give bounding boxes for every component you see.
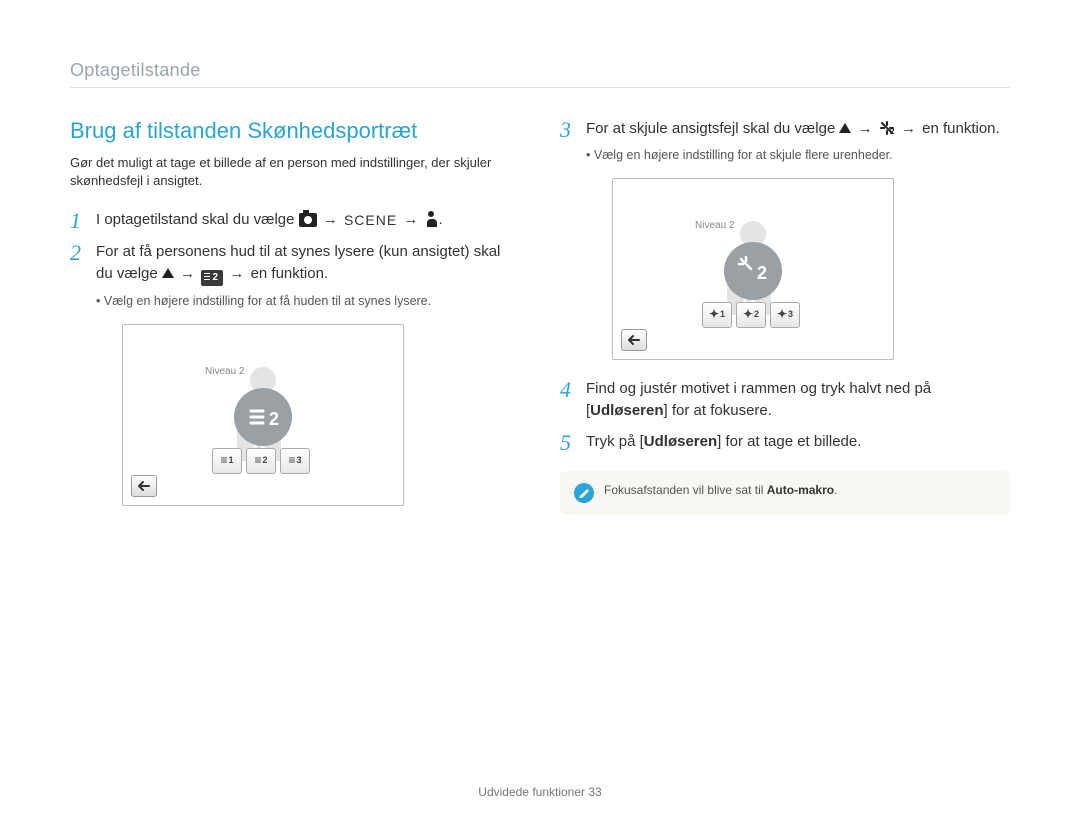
level-option-2: ≡2: [246, 448, 276, 474]
note-box: Fokusafstanden vil blive sat til Auto-ma…: [560, 471, 1010, 515]
level-options: ✦1 ✦2 ✦3: [702, 302, 800, 328]
step-sub: Vælg en højere indstilling for at skjule…: [586, 146, 1010, 164]
back-button: [621, 329, 647, 351]
arrow-icon: →: [323, 211, 338, 228]
step-4: 4 Find og justér motivet i rammen og try…: [560, 378, 1010, 422]
section-lead: Gør det muligt at tage et billede af en …: [70, 154, 520, 189]
level-options: ≡1 ≡2 ≡3: [212, 448, 310, 474]
person-star-icon: [425, 211, 439, 227]
arrow-icon: →: [403, 211, 418, 228]
step-5: 5 Tryk på [Udløseren] for at tage et bil…: [560, 431, 1010, 453]
selected-level-circle: 2: [234, 388, 292, 446]
arrow-icon: →: [858, 120, 873, 137]
scene-icon: SCENE: [344, 210, 397, 230]
step-3: 3 For at skjule ansigtsfejl skal du vælg…: [560, 118, 1010, 360]
step-text: For at skjule ansigtsfejl skal du vælge: [586, 120, 839, 137]
step-text: Tryk på [: [586, 433, 644, 450]
page-number: 33: [588, 785, 601, 799]
svg-text:2: 2: [757, 263, 767, 283]
triangle-up-icon: [162, 268, 174, 278]
step-post: ] for at tage et billede.: [717, 433, 861, 450]
step-1: 1 I optagetilstand skal du vælge → SCENE…: [70, 209, 520, 231]
camera-screen-preview: Niveau 2 2: [612, 178, 894, 360]
step-text: I optagetilstand skal du vælge: [96, 211, 299, 228]
footer-label: Udvidede funktioner: [478, 785, 585, 799]
note-icon: [574, 483, 594, 503]
svg-text:2: 2: [890, 127, 895, 136]
shutter-label: Udløseren: [590, 402, 663, 419]
level-option-2: ✦2: [736, 302, 766, 328]
shutter-label: Udløseren: [644, 433, 717, 450]
step-number: 4: [560, 374, 571, 406]
selected-level-circle: 2: [724, 242, 782, 300]
level-option-3: ≡3: [280, 448, 310, 474]
right-column: 3 For at skjule ansigtsfejl skal du vælg…: [560, 118, 1010, 524]
step-number: 2: [70, 237, 81, 269]
arrow-icon: →: [229, 265, 244, 282]
face-retouch-level-icon: 2: [879, 120, 895, 136]
svg-text:2: 2: [269, 409, 279, 429]
section-title: Brug af tilstanden Skønhedsportræt: [70, 118, 520, 144]
step-number: 3: [560, 114, 571, 146]
camera-icon: [299, 213, 317, 227]
camera-screen-preview: Niveau 2 2 ≡1 ≡2: [122, 324, 404, 506]
note-text: Fokusafstanden vil blive sat til: [604, 483, 767, 497]
arrow-icon: →: [180, 265, 195, 282]
back-button: [131, 475, 157, 497]
note-bold: Auto-makro: [767, 483, 834, 497]
breadcrumb: Optagetilstande: [70, 60, 1010, 88]
page-footer: Udvidede funktioner 33: [0, 785, 1080, 799]
step-tail: en funktion.: [251, 265, 329, 282]
triangle-up-icon: [839, 123, 851, 133]
level-option-1: ✦1: [702, 302, 732, 328]
step-tail: en funktion.: [922, 120, 1000, 137]
step-2: 2 For at få personens hud til at synes l…: [70, 241, 520, 506]
level-option-3: ✦3: [770, 302, 800, 328]
arrow-icon: →: [901, 120, 916, 137]
step-post: ] for at fokusere.: [664, 402, 772, 419]
step-sub: Vælg en højere indstilling for at få hud…: [96, 292, 520, 310]
step-number: 1: [70, 205, 81, 237]
left-column: Brug af tilstanden Skønhedsportræt Gør d…: [70, 118, 520, 524]
face-tone-level-icon: 2: [201, 270, 223, 286]
step-number: 5: [560, 427, 571, 459]
level-option-1: ≡1: [212, 448, 242, 474]
note-post: .: [834, 483, 837, 497]
